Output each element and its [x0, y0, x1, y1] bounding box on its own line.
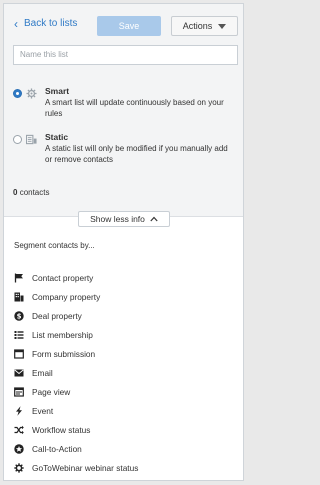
filter-form-submission[interactable]: Form submission	[14, 344, 239, 363]
filter-label: GoToWebinar webinar status	[32, 463, 139, 474]
segment-filter-list: Contact property Company property $ Deal…	[14, 268, 239, 478]
caret-down-icon	[218, 23, 227, 29]
smart-title: Smart	[45, 86, 70, 96]
bolt-icon	[14, 406, 24, 416]
filter-company-property[interactable]: Company property	[14, 287, 239, 306]
back-to-lists-link[interactable]: ‹ Back to lists	[14, 16, 78, 31]
gear-icon	[14, 463, 24, 474]
chevron-up-icon	[150, 216, 158, 222]
chevron-left-icon: ‹	[14, 16, 18, 31]
filter-call-to-action[interactable]: Call-to-Action	[14, 440, 239, 459]
static-list-icon	[26, 134, 37, 145]
building-icon	[14, 292, 24, 302]
save-button[interactable]: Save	[97, 16, 161, 36]
filter-label: Contact property	[32, 272, 94, 283]
static-radio[interactable]	[13, 135, 22, 144]
segment-title: Segment contacts by...	[14, 241, 95, 250]
filter-label: Company property	[32, 291, 101, 302]
show-less-label: Show less info	[90, 214, 145, 224]
contact-count-value: 0	[13, 188, 18, 197]
filter-list-membership[interactable]: List membership	[14, 325, 239, 344]
cta-icon	[14, 444, 24, 455]
filter-label: Email	[32, 368, 53, 379]
filter-gotowebinar-status[interactable]: GoToWebinar webinar status	[14, 459, 239, 478]
email-icon	[14, 368, 24, 378]
filter-label: Form submission	[32, 348, 96, 359]
flag-icon	[14, 273, 24, 283]
filter-label: Call-to-Action	[32, 444, 82, 455]
filter-page-view[interactable]: Page view	[14, 383, 239, 402]
shuffle-icon	[14, 425, 24, 435]
list-icon	[14, 330, 24, 340]
list-editor-panel: ‹ Back to lists Save Actions Name this l…	[3, 3, 244, 481]
filter-deal-property[interactable]: $ Deal property	[14, 306, 239, 325]
filter-label: Event	[32, 406, 54, 417]
filter-contact-property[interactable]: Contact property	[14, 268, 239, 287]
page-icon	[14, 387, 24, 397]
contact-count-label: contacts	[19, 188, 50, 197]
filter-email[interactable]: Email	[14, 363, 239, 382]
list-name-input[interactable]: Name this list	[13, 45, 238, 65]
contact-count: 0 contacts	[13, 188, 49, 197]
show-less-info-button[interactable]: Show less info	[78, 211, 170, 227]
back-label: Back to lists	[24, 18, 78, 29]
smart-radio[interactable]	[13, 89, 22, 98]
filter-workflow-status[interactable]: Workflow status	[14, 421, 239, 440]
static-description: A static list will only be modified if y…	[45, 144, 228, 164]
filter-label: Workflow status	[32, 425, 91, 436]
actions-dropdown-button[interactable]: Actions	[171, 16, 238, 36]
dollar-icon: $	[14, 311, 24, 321]
form-icon	[14, 349, 24, 359]
gear-icon	[26, 88, 37, 99]
list-settings-section: ‹ Back to lists Save Actions Name this l…	[4, 4, 243, 217]
filter-label: Page view	[32, 387, 71, 398]
svg-text:$: $	[17, 312, 22, 320]
static-title: Static	[45, 132, 69, 142]
filter-label: List membership	[32, 329, 93, 340]
filter-event[interactable]: Event	[14, 402, 239, 421]
actions-label: Actions	[182, 21, 213, 31]
smart-description: A smart list will update continuously ba…	[45, 98, 224, 118]
filter-label: Deal property	[32, 310, 82, 321]
